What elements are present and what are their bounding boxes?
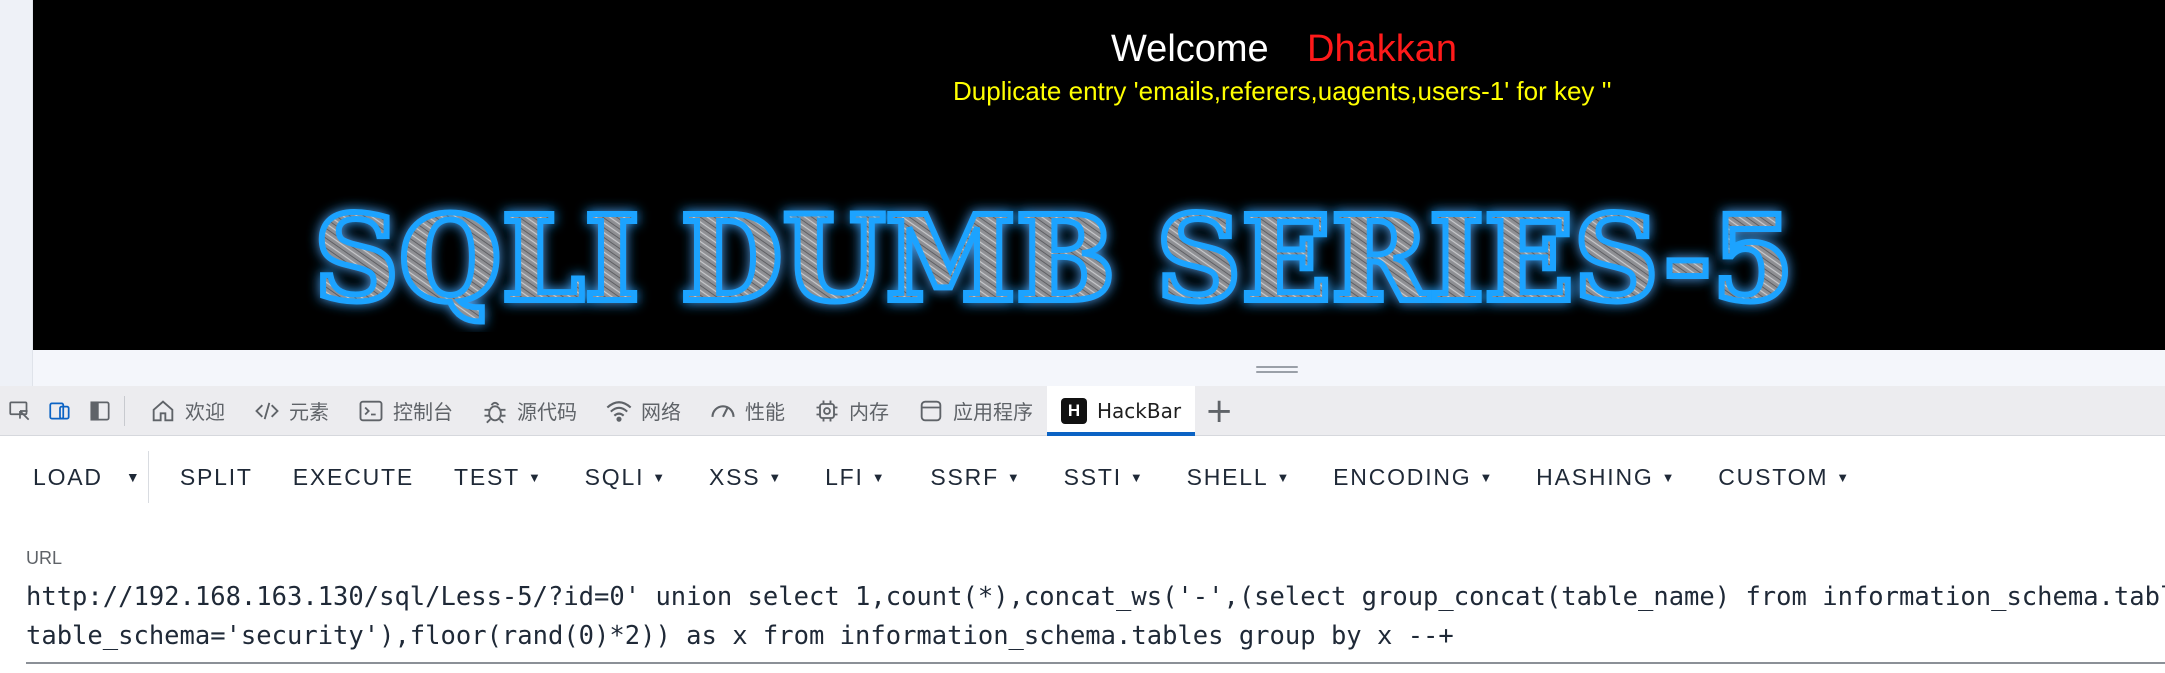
page-bottom-area <box>33 350 2165 386</box>
custom-label: CUSTOM <box>1718 463 1829 490</box>
tab-welcome[interactable]: 欢迎 <box>135 386 239 436</box>
ssrf-menu-button[interactable]: SSRF ▼ <box>915 451 1036 503</box>
tab-elements-label: 元素 <box>289 400 329 424</box>
load-button[interactable]: LOAD <box>18 451 118 503</box>
tab-hackbar-label: HackBar <box>1097 398 1182 423</box>
resize-handle[interactable] <box>1256 366 1298 374</box>
console-icon <box>359 400 383 421</box>
hashing-label: HASHING <box>1536 463 1654 490</box>
tab-performance[interactable]: 性能 <box>695 386 799 436</box>
hackbar-logo-icon: H <box>1061 397 1087 424</box>
welcome-text: Welcome <box>1111 28 1269 70</box>
ssti-label: SSTI <box>1063 463 1122 490</box>
custom-menu-button[interactable]: CUSTOM ▼ <box>1703 451 1866 503</box>
inspect-element-icon[interactable] <box>0 386 40 436</box>
test-menu-button[interactable]: TEST ▼ <box>439 451 558 503</box>
encoding-label: ENCODING <box>1333 463 1472 490</box>
xss-menu-button[interactable]: XSS ▼ <box>694 451 798 503</box>
hackbar-toolbar: LOAD ▼ SPLIT EXECUTE TEST ▼ SQLI ▼ XSS ▼ LF… <box>0 437 2165 517</box>
wifi-icon <box>606 400 632 422</box>
split-button[interactable]: SPLIT <box>165 451 268 503</box>
sql-error-message: Duplicate entry 'emails,referers,uagents… <box>953 76 1612 106</box>
execute-label: EXECUTE <box>292 463 414 490</box>
tab-network-label: 网络 <box>641 400 681 424</box>
lfi-label: LFI <box>825 463 864 490</box>
caret-down-icon: ▼ <box>1129 469 1145 485</box>
caret-down-icon: ▼ <box>871 469 887 485</box>
tab-sources[interactable]: 源代码 <box>467 386 591 436</box>
url-field-label: URL <box>26 548 63 568</box>
left-edge-strip <box>0 0 33 386</box>
caret-down-icon: ▼ <box>1661 469 1677 485</box>
url-input[interactable]: http://192.168.163.130/sql/Less-5/?id=0'… <box>26 578 2165 664</box>
caret-down-icon: ▼ <box>527 469 543 485</box>
tab-console-label: 控制台 <box>393 400 453 424</box>
page-viewport: Welcome Dhakkan Duplicate entry 'emails,… <box>33 0 2165 350</box>
app-icon <box>920 400 942 421</box>
sqli-label: SQLI <box>584 463 645 490</box>
caret-down-icon: ▼ <box>652 469 667 485</box>
tab-console[interactable]: 控制台 <box>343 386 467 436</box>
load-label: LOAD <box>33 463 103 490</box>
hashing-menu-button[interactable]: HASHING ▼ <box>1521 451 1691 503</box>
test-label: TEST <box>454 463 520 490</box>
tab-memory-label: 内存 <box>849 400 889 424</box>
gauge-icon <box>711 404 735 417</box>
tab-hackbar[interactable]: H HackBar <box>1047 385 1196 436</box>
caret-down-icon: ▼ <box>1479 469 1495 485</box>
add-tab-button[interactable]: + <box>1195 386 1243 436</box>
shell-menu-button[interactable]: SHELL ▼ <box>1172 451 1307 503</box>
banner-title: SQLI DUMB SERIES-5 <box>314 189 1794 328</box>
shell-label: SHELL <box>1186 463 1269 490</box>
lfi-menu-button[interactable]: LFI ▼ <box>810 451 901 503</box>
ssrf-label: SSRF <box>930 463 999 490</box>
xss-label: XSS <box>708 463 761 490</box>
tab-sources-label: 源代码 <box>517 400 577 424</box>
url-line-1: http://192.168.163.130/sql/Less-5/?id=0'… <box>26 582 2165 612</box>
caret-down-icon: ▼ <box>1006 469 1022 485</box>
tab-memory[interactable]: 内存 <box>799 386 903 436</box>
encoding-menu-button[interactable]: ENCODING ▼ <box>1318 451 1509 503</box>
tab-performance-label: 性能 <box>745 400 785 424</box>
code-icon <box>255 402 279 419</box>
welcome-line: Welcome Dhakkan <box>33 28 2165 78</box>
execute-button[interactable]: EXECUTE <box>278 451 429 503</box>
split-label: SPLIT <box>179 463 253 490</box>
tab-network[interactable]: 网络 <box>591 386 695 436</box>
load-dropdown-caret-icon[interactable]: ▼ <box>118 469 148 485</box>
dock-side-icon[interactable] <box>80 386 120 436</box>
caret-down-icon: ▼ <box>768 469 784 485</box>
device-emulation-icon[interactable] <box>40 386 80 436</box>
url-line-2: table_schema='security'),floor(rand(0)*2… <box>26 621 1454 651</box>
devtools-tab-strip: 欢迎 元素 控制台 源代码 网络 性能 内存 应用程序 H HackBar + <box>0 385 2165 436</box>
tab-application-label: 应用程序 <box>953 400 1033 424</box>
toolbar-divider <box>124 395 125 426</box>
tab-application[interactable]: 应用程序 <box>903 386 1047 436</box>
bug-icon <box>484 401 506 423</box>
chip-icon <box>816 400 838 421</box>
load-button-group: LOAD ▼ <box>18 451 149 503</box>
caret-down-icon: ▼ <box>1276 469 1292 485</box>
home-icon <box>152 399 174 421</box>
tab-elements[interactable]: 元素 <box>239 386 343 436</box>
tab-welcome-label: 欢迎 <box>185 400 225 424</box>
username-text: Dhakkan <box>1307 28 1457 70</box>
sqli-banner-image: SQLI DUMB SERIES-5 <box>311 186 1797 331</box>
caret-down-icon: ▼ <box>1836 469 1851 485</box>
sqli-menu-button[interactable]: SQLI ▼ <box>570 451 682 503</box>
ssti-menu-button[interactable]: SSTI ▼ <box>1049 451 1160 503</box>
